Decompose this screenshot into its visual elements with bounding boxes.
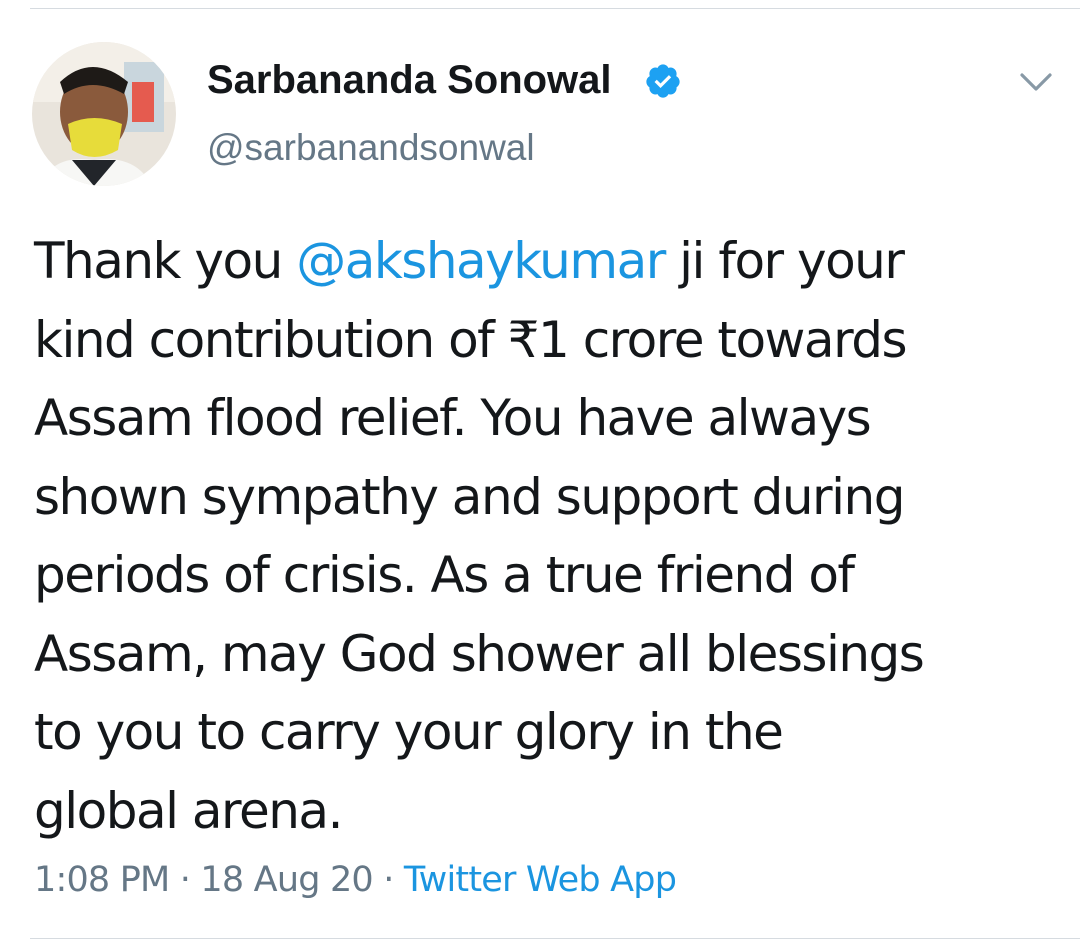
top-divider — [30, 8, 1080, 9]
verified-badge-icon — [646, 64, 680, 98]
tweet-line: Assam, may God shower all blessings — [34, 624, 925, 683]
tweet-time[interactable]: 1:08 PM — [34, 860, 170, 900]
tweet-source-link[interactable]: Twitter Web App — [404, 860, 677, 900]
author-display-name[interactable]: Sarbananda Sonowal — [207, 54, 612, 106]
tweet-metadata: 1:08 PM · 18 Aug 20 · Twitter Web App — [34, 856, 677, 904]
tweet-line: Assam flood relief. You have always — [34, 389, 872, 447]
tweet-text-segment: Thank you — [34, 232, 297, 290]
tweet-text-segment: ji for your — [664, 232, 905, 290]
tweet-line: kind contribution of ₹1 crore towards — [34, 310, 908, 369]
meta-separator: · — [372, 860, 404, 900]
tweet-line: global arena. — [34, 781, 343, 840]
tweet-text: Thank you @akshaykumar ji for your kind … — [34, 222, 1054, 850]
avatar-photo — [32, 42, 176, 186]
tweet-line: Thank you @akshaykumar ji for your — [34, 222, 1054, 301]
chevron-down-icon[interactable] — [1016, 66, 1056, 98]
tweet-date[interactable]: 18 Aug 20 — [200, 860, 373, 900]
meta-separator: · — [169, 860, 201, 900]
avatar[interactable] — [32, 42, 176, 186]
bottom-divider — [30, 938, 1080, 939]
tweet-line: to you to carry your glory in the — [34, 703, 784, 761]
mention-link[interactable]: @akshaykumar — [296, 232, 666, 290]
tweet-line: shown sympathy and support during — [34, 467, 905, 526]
tweet-line: periods of crisis. As a true friend of — [34, 546, 855, 604]
author-handle[interactable]: @sarbanandsonwal — [207, 124, 535, 172]
